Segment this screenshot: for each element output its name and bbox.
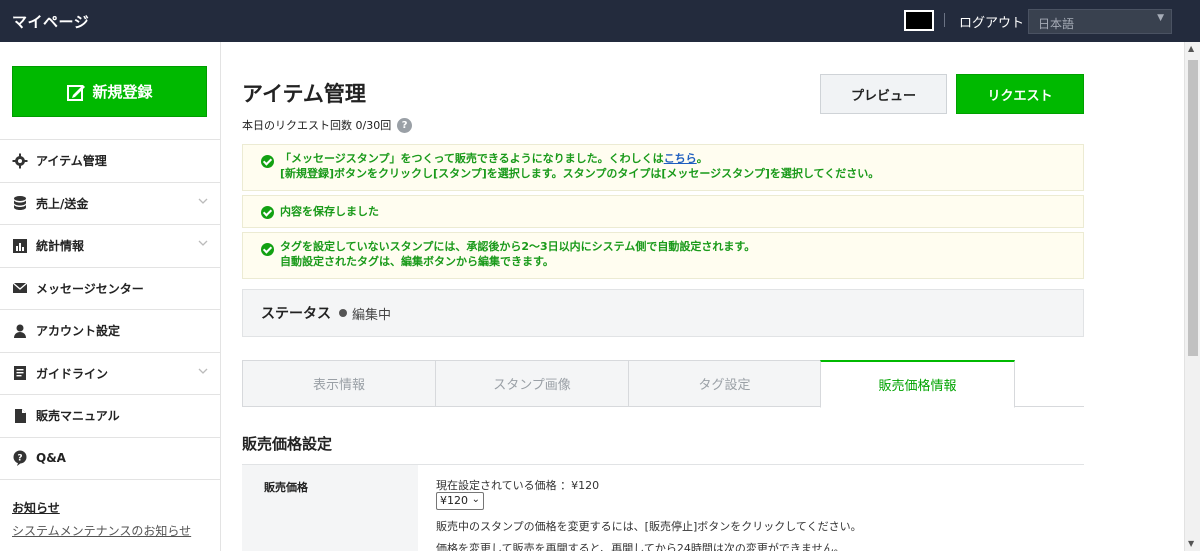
status-label: ステータス bbox=[261, 306, 331, 322]
current-price-text: 現在設定されている価格 ：¥120 bbox=[436, 479, 600, 492]
chevron-down-icon: ⌄ bbox=[471, 494, 480, 505]
check-circle-icon bbox=[261, 155, 274, 168]
divider bbox=[944, 13, 945, 27]
envelope-icon bbox=[12, 282, 28, 294]
price-select[interactable]: ¥120 ⌄ bbox=[436, 492, 484, 510]
check-circle-icon bbox=[261, 206, 274, 219]
tab-bar: 表示情報 スタンプ画像 タグ設定 販売価格情報 bbox=[242, 360, 1084, 408]
chevron-down-icon bbox=[198, 240, 208, 246]
new-registration-label: 新規登録 bbox=[92, 83, 153, 101]
price-select-value: ¥120 bbox=[440, 494, 468, 507]
sidebar-nav: アイテム管理 売上/送金 統計情報 メッセージセンター アカウント設定 ガイドラ… bbox=[0, 139, 220, 480]
sidebar-item-label: ガイドライン bbox=[36, 366, 109, 381]
page-title: アイテム管理 bbox=[242, 82, 366, 106]
status-value: 編集中 bbox=[352, 307, 392, 323]
file-icon bbox=[15, 408, 26, 423]
notice-link[interactable]: システムメンテナンスのお知らせ bbox=[12, 522, 191, 539]
sidebar-item-label: Q&A bbox=[36, 451, 66, 466]
sidebar-item-label: 販売マニュアル bbox=[36, 409, 120, 424]
request-count-text: 本日のリクエスト回数 0/30回 bbox=[242, 119, 392, 132]
database-icon bbox=[14, 196, 26, 211]
price-field-label: 販売価格 bbox=[242, 464, 418, 551]
sidebar-item-statistics[interactable]: 統計情報 bbox=[0, 225, 220, 268]
details-link[interactable]: こちら bbox=[664, 152, 697, 165]
tab-display-info[interactable]: 表示情報 bbox=[242, 360, 435, 407]
sidebar-item-guidelines[interactable]: ガイドライン bbox=[0, 353, 220, 395]
new-registration-button[interactable]: 新規登録 bbox=[12, 66, 207, 117]
help-icon[interactable]: ? bbox=[397, 117, 413, 133]
alert-saved: 内容を保存しました bbox=[242, 195, 1084, 228]
section-title: 販売価格設定 bbox=[242, 435, 333, 453]
alert-line: 内容を保存しました bbox=[280, 205, 379, 218]
question-bubble-icon: ? bbox=[13, 450, 27, 467]
alert-text: 「メッセージスタンプ」をつくって販売できるようになりました。くわしくは bbox=[280, 152, 664, 165]
edit-icon bbox=[67, 84, 86, 101]
tab-tag-settings[interactable]: タグ設定 bbox=[628, 360, 821, 407]
alert-line: タグを設定していないスタンプには、承認後から2〜3日以内にシステム側で自動設定さ… bbox=[280, 240, 756, 253]
check-circle-icon bbox=[261, 243, 274, 256]
svg-text:?: ? bbox=[17, 454, 22, 464]
price-note: 販売中のスタンプの価格を変更するには、[販売停止]ボタンをクリックしてください。 bbox=[436, 520, 862, 533]
document-icon bbox=[14, 366, 26, 381]
tab-stamp-images[interactable]: スタンプ画像 bbox=[435, 360, 628, 407]
scroll-up-icon[interactable]: ▲ bbox=[1188, 44, 1194, 53]
avatar[interactable] bbox=[904, 10, 934, 31]
alert-tags: タグを設定していないスタンプには、承認後から2〜3日以内にシステム側で自動設定さ… bbox=[242, 232, 1084, 279]
sidebar-item-label: 売上/送金 bbox=[36, 196, 89, 211]
sidebar-item-message-center[interactable]: メッセージセンター bbox=[0, 268, 220, 310]
sidebar-item-sales-manual[interactable]: 販売マニュアル bbox=[0, 395, 220, 438]
sidebar-item-sales[interactable]: 売上/送金 bbox=[0, 183, 220, 225]
chart-icon bbox=[13, 238, 27, 253]
sidebar-item-label: アイテム管理 bbox=[36, 154, 107, 169]
sidebar: 新規登録 アイテム管理 売上/送金 統計情報 メッセージセンター アカウント設定… bbox=[0, 42, 221, 551]
notice-date-partial bbox=[12, 545, 16, 551]
sidebar-item-label: 統計情報 bbox=[36, 239, 85, 254]
scroll-down-icon[interactable]: ▼ bbox=[1188, 539, 1194, 548]
sidebar-item-qa[interactable]: ? Q&A bbox=[0, 438, 220, 480]
alert-message-stamp: 「メッセージスタンプ」をつくって販売できるようになりました。くわしくはこちら。 … bbox=[242, 144, 1084, 191]
brand-title[interactable]: マイページ bbox=[12, 11, 89, 32]
tab-sales-price[interactable]: 販売価格情報 bbox=[820, 360, 1015, 408]
alert-line: 「メッセージスタンプ」をつくって販売できるようになりました。くわしくはこちら。 bbox=[280, 151, 1075, 166]
sidebar-item-label: メッセージセンター bbox=[36, 281, 144, 296]
logout-link[interactable]: ログアウト bbox=[959, 12, 1024, 31]
chevron-down-icon bbox=[198, 368, 208, 374]
preview-button[interactable]: プレビュー bbox=[820, 74, 947, 114]
status-panel: ステータス 編集中 bbox=[242, 289, 1084, 337]
top-bar: マイページ ログアウト 日本語 ▼ bbox=[0, 0, 1200, 42]
language-select[interactable]: 日本語 ▼ bbox=[1028, 9, 1172, 34]
alert-line: [新規登録]ボタンをクリックし[スタンプ]を選択します。スタンプのタイプは[メッ… bbox=[280, 167, 880, 180]
notice-heading-link[interactable]: お知らせ bbox=[12, 499, 60, 516]
alert-line: 自動設定されたタグは、編集ボタンから編集できます。 bbox=[280, 255, 554, 268]
scrollbar-thumb[interactable] bbox=[1188, 60, 1198, 356]
price-note: 価格を変更して販売を再開すると、再開してから24時間は次の変更ができません。 bbox=[436, 542, 845, 551]
request-count: 本日のリクエスト回数 0/30回 ? bbox=[242, 117, 413, 133]
alert-text: 。 bbox=[696, 152, 708, 165]
chevron-down-icon: ▼ bbox=[1157, 13, 1164, 23]
sidebar-item-label: アカウント設定 bbox=[36, 324, 121, 339]
gear-icon bbox=[12, 153, 28, 169]
user-icon bbox=[14, 324, 26, 338]
request-button[interactable]: リクエスト bbox=[956, 74, 1084, 114]
sidebar-item-account-settings[interactable]: アカウント設定 bbox=[0, 310, 220, 353]
status-dot-icon bbox=[339, 309, 347, 317]
price-field-body: 現在設定されている価格 ：¥120 ¥120 ⌄ 販売中のスタンプの価格を変更す… bbox=[418, 464, 1084, 551]
vertical-scrollbar[interactable]: ▲ ▼ bbox=[1184, 42, 1200, 551]
chevron-down-icon bbox=[198, 198, 208, 204]
language-value: 日本語 bbox=[1038, 17, 1075, 31]
sidebar-item-item-management[interactable]: アイテム管理 bbox=[0, 140, 220, 183]
